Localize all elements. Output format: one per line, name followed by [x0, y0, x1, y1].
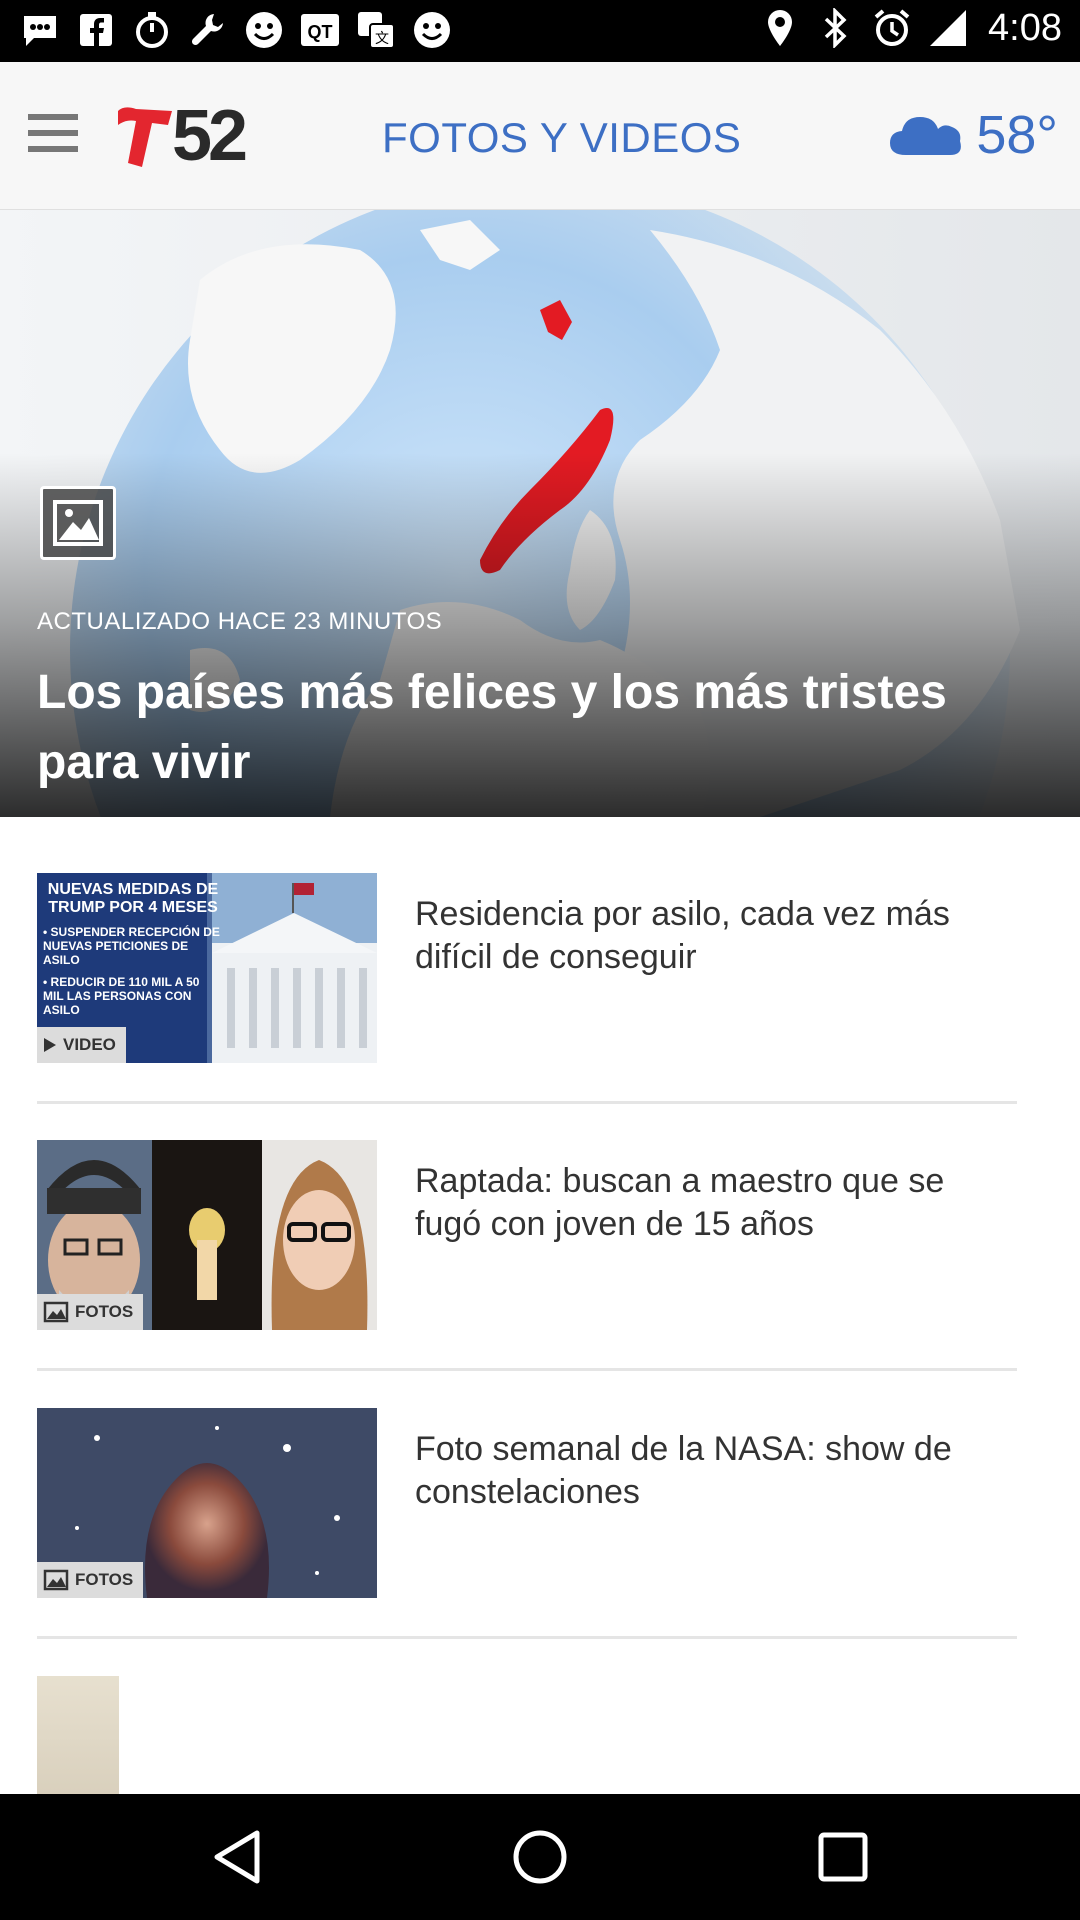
- article-item[interactable]: FOTOS Raptada: buscan a maestro que se f…: [37, 1140, 1017, 1408]
- signal-icon: [926, 6, 970, 50]
- weather-widget[interactable]: 58°: [888, 104, 1058, 166]
- article-thumbnail[interactable]: FOTOS: [37, 1140, 377, 1330]
- gallery-icon: [40, 486, 116, 560]
- page-title: FOTOS Y VIDEOS: [382, 114, 742, 161]
- navigation-bar: [0, 1794, 1080, 1920]
- alarm-icon: [870, 6, 914, 50]
- status-time: 4:08: [988, 6, 1062, 49]
- smiley-icon: [242, 8, 286, 52]
- smiley-icon: [410, 8, 454, 52]
- telemundo-logo[interactable]: 52: [114, 96, 248, 176]
- article-thumbnail-partial[interactable]: [37, 1676, 119, 1794]
- article-headline[interactable]: Residencia por asilo, cada vez más difíc…: [415, 893, 1015, 979]
- gallery-icon: [43, 1301, 69, 1323]
- location-icon: [758, 6, 802, 50]
- app-bar: 52 FOTOS Y VIDEOS 58°: [0, 62, 1080, 210]
- temperature: 58°: [976, 105, 1058, 165]
- hero-title[interactable]: Los países más felices y los más tristes…: [37, 658, 1037, 798]
- recents-button[interactable]: [810, 1824, 876, 1890]
- badge-label: FOTOS: [75, 1302, 134, 1321]
- menu-icon: [28, 114, 78, 120]
- notification-icons: QT 文: [18, 8, 454, 52]
- divider: [37, 1101, 1017, 1104]
- logo-number: 52: [172, 96, 248, 176]
- telemundo-t-icon: [118, 107, 172, 167]
- photos-badge: FOTOS: [37, 1294, 144, 1330]
- translate-icon: 文: [354, 8, 398, 52]
- thumbnail-bullet: • REDUCIR DE 110 MIL A 50 MIL LAS PERSON…: [43, 975, 200, 1017]
- article-item[interactable]: FOTOS Foto semanal de la NASA: show de c…: [37, 1408, 1017, 1676]
- home-button[interactable]: [507, 1824, 573, 1890]
- play-icon: [44, 1038, 56, 1052]
- article-headline[interactable]: Raptada: buscan a maestro que se fugó co…: [415, 1160, 1015, 1246]
- divider: [37, 1368, 1017, 1371]
- divider: [37, 1636, 1017, 1639]
- back-button[interactable]: [204, 1824, 270, 1890]
- stopwatch-icon: [130, 8, 174, 52]
- article-headline[interactable]: Foto semanal de la NASA: show de constel…: [415, 1428, 1015, 1514]
- status-bar: QT 文 4:08: [0, 0, 1080, 62]
- menu-button[interactable]: [28, 114, 86, 156]
- system-icons: 4:08: [758, 6, 1062, 50]
- svg-text:QT: QT: [308, 22, 333, 42]
- hero-updated-time: ACTUALIZADO HACE 23 MINUTOS: [37, 608, 443, 635]
- back-icon: [214, 1830, 260, 1884]
- video-badge: VIDEO: [37, 1027, 126, 1063]
- wrench-icon: [186, 8, 230, 52]
- badge-label: VIDEO: [63, 1035, 116, 1054]
- qt-icon: QT: [298, 8, 342, 52]
- badge-label: FOTOS: [75, 1570, 134, 1589]
- chat-icon: [18, 8, 62, 52]
- gallery-icon: [43, 1569, 69, 1591]
- cloud-icon: [890, 117, 962, 155]
- bluetooth-icon: [814, 6, 858, 50]
- hero-story[interactable]: ACTUALIZADO HACE 23 MINUTOS Los países m…: [0, 210, 1080, 817]
- article-item[interactable]: NUEVAS MEDIDAS DE TRUMP POR 4 MESES • SU…: [37, 873, 1017, 1141]
- facebook-icon: [74, 8, 118, 52]
- article-thumbnail[interactable]: NUEVAS MEDIDAS DE TRUMP POR 4 MESES • SU…: [37, 873, 377, 1063]
- svg-text:文: 文: [375, 31, 389, 47]
- thumbnail-heading: NUEVAS MEDIDAS DE TRUMP POR 4 MESES: [47, 881, 219, 916]
- photos-badge: FOTOS: [37, 1562, 144, 1598]
- recents-icon: [818, 1832, 868, 1882]
- article-thumbnail[interactable]: FOTOS: [37, 1408, 377, 1598]
- thumbnail-bullet: • SUSPENDER RECEPCIÓN DE NUEVAS PETICION…: [43, 925, 220, 967]
- home-icon: [513, 1830, 567, 1884]
